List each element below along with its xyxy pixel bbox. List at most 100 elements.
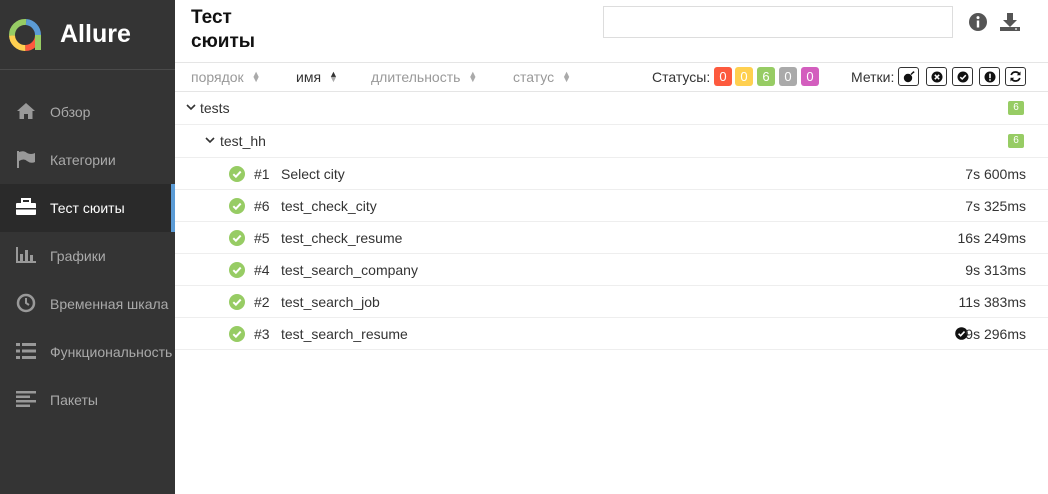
test-number: #5 — [254, 230, 270, 246]
status-filter-failed[interactable]: 0 — [714, 67, 732, 86]
sidebar: Allure Обзор Категории Тест сюиты График… — [0, 0, 175, 494]
sorter-label: длительность — [371, 69, 461, 85]
page-title: Тест сюиты — [191, 7, 256, 52]
sort-arrows-icon: ▲ ▼ — [251, 69, 261, 84]
brand-name: Allure — [60, 20, 131, 48]
refresh-icon — [1010, 71, 1021, 82]
group-name: tests — [200, 100, 230, 116]
check-circle-icon — [229, 230, 245, 246]
check-circle-icon — [957, 71, 968, 82]
sidebar-item-behaviors[interactable]: Функциональность — [0, 328, 175, 376]
sort-by-order[interactable]: порядок ▲ ▼ — [191, 69, 261, 85]
test-name: test_check_resume — [281, 230, 403, 246]
sort-arrows-icon: ▲ ▼ — [329, 69, 338, 84]
status-filter-passed[interactable]: 6 — [757, 67, 775, 86]
test-row[interactable]: #2 test_search_job 11s 383ms — [175, 286, 1048, 318]
home-icon — [14, 100, 38, 122]
test-number: #3 — [254, 326, 270, 342]
info-icon[interactable] — [968, 12, 990, 34]
test-row[interactable]: #5 test_check_resume 16s 249ms — [175, 222, 1048, 254]
check-circle-icon — [229, 294, 245, 310]
mark-filter-new-passed[interactable] — [952, 67, 973, 86]
sidebar-item-label: Функциональность — [50, 344, 173, 360]
test-name: Select city — [281, 166, 345, 182]
allure-logo-icon — [9, 18, 41, 51]
test-name: test_search_resume — [281, 326, 408, 342]
test-duration: 16s 249ms — [957, 230, 1026, 246]
sidebar-nav: Обзор Категории Тест сюиты Графики Време… — [0, 70, 175, 424]
sort-arrows-icon: ▲ ▼ — [468, 69, 478, 84]
test-row[interactable]: #6 test_check_city 7s 325ms — [175, 190, 1048, 222]
sidebar-item-label: Временная шкала — [50, 296, 169, 312]
sidebar-item-graphs[interactable]: Графики — [0, 232, 175, 280]
test-number: #6 — [254, 198, 270, 214]
test-duration: 11s 383ms — [958, 294, 1026, 310]
mark-filter-retries[interactable] — [1005, 67, 1026, 86]
pane-header: Тест сюиты — [175, 0, 1048, 62]
sort-arrows-icon: ▲ ▼ — [562, 69, 572, 84]
test-number: #4 — [254, 262, 270, 278]
sidebar-item-label: Пакеты — [50, 392, 98, 408]
sort-by-status[interactable]: статус ▲ ▼ — [513, 69, 571, 85]
sidebar-item-label: Тест сюиты — [50, 200, 125, 216]
test-number: #2 — [254, 294, 270, 310]
test-duration: 7s 600ms — [965, 166, 1026, 182]
sidebar-item-timeline[interactable]: Временная шкала — [0, 280, 175, 328]
status-filter-unknown[interactable]: 0 — [801, 67, 819, 86]
brand[interactable]: Allure — [0, 0, 175, 70]
passed-count-badge: 6 — [1008, 134, 1024, 148]
status-filter-broken[interactable]: 0 — [735, 67, 753, 86]
sidebar-item-label: Графики — [50, 248, 106, 264]
bar-chart-icon — [14, 244, 38, 266]
sidebar-item-packages[interactable]: Пакеты — [0, 376, 175, 424]
align-left-icon — [14, 388, 38, 410]
sidebar-item-label: Обзор — [50, 104, 91, 120]
flag-icon — [14, 148, 38, 170]
test-duration: 7s 325ms — [965, 198, 1026, 214]
clock-icon — [14, 292, 38, 314]
statuses-label: Статусы: — [652, 69, 711, 85]
test-number: #1 — [254, 166, 270, 182]
sorter-label: порядок — [191, 69, 244, 85]
passed-count-badge: 6 — [1008, 101, 1024, 115]
status-filter-skipped[interactable]: 0 — [779, 67, 797, 86]
test-name: test_search_job — [281, 294, 380, 310]
main-pane: Тест сюиты порядок ▲ ▼ имя ▲ ▼ длительност… — [175, 0, 1048, 494]
tree-group-row[interactable]: tests 6 — [175, 92, 1048, 125]
test-name: test_check_city — [281, 198, 377, 214]
test-row[interactable]: #3 test_search_resume 9s 296ms — [175, 318, 1048, 350]
check-circle-icon — [229, 326, 245, 342]
sidebar-item-label: Категории — [50, 152, 116, 168]
test-name: test_search_company — [281, 262, 418, 278]
download-icon[interactable] — [999, 12, 1021, 34]
list-icon — [14, 340, 38, 362]
bomb-icon — [903, 70, 914, 82]
sorter-label: имя — [296, 69, 322, 85]
group-name: test_hh — [220, 133, 266, 149]
times-circle-icon — [931, 71, 942, 82]
check-circle-icon — [229, 262, 245, 278]
tree-toolbar: порядок ▲ ▼ имя ▲ ▼ длительность ▲ ▼ статус… — [175, 62, 1048, 92]
mark-filter-new-failed[interactable] — [926, 67, 947, 86]
test-duration: 9s 313ms — [965, 262, 1026, 278]
test-duration: 9s 296ms — [965, 326, 1026, 342]
tree-group-row[interactable]: test_hh 6 — [175, 125, 1048, 158]
briefcase-icon — [14, 196, 38, 218]
sort-by-name[interactable]: имя ▲ ▼ — [296, 69, 338, 85]
mark-filter-bomb[interactable] — [898, 67, 919, 86]
sorter-label: статус — [513, 69, 555, 85]
check-circle-icon — [229, 198, 245, 214]
suites-tree: tests 6 test_hh 6 #1 Select city 7s 600m… — [175, 92, 1048, 350]
test-row[interactable]: #1 Select city 7s 600ms — [175, 158, 1048, 190]
sidebar-item-overview[interactable]: Обзор — [0, 88, 175, 136]
exclamation-circle-icon — [984, 71, 995, 82]
sidebar-item-suites[interactable]: Тест сюиты — [0, 184, 175, 232]
test-row[interactable]: #4 test_search_company 9s 313ms — [175, 254, 1048, 286]
marks-label: Метки: — [851, 69, 895, 85]
sidebar-item-categories[interactable]: Категории — [0, 136, 175, 184]
sort-by-duration[interactable]: длительность ▲ ▼ — [371, 69, 477, 85]
mark-filter-new-broken[interactable] — [979, 67, 1000, 86]
search-input[interactable] — [603, 6, 953, 38]
check-circle-icon — [229, 166, 245, 182]
chevron-down-icon — [205, 137, 215, 144]
